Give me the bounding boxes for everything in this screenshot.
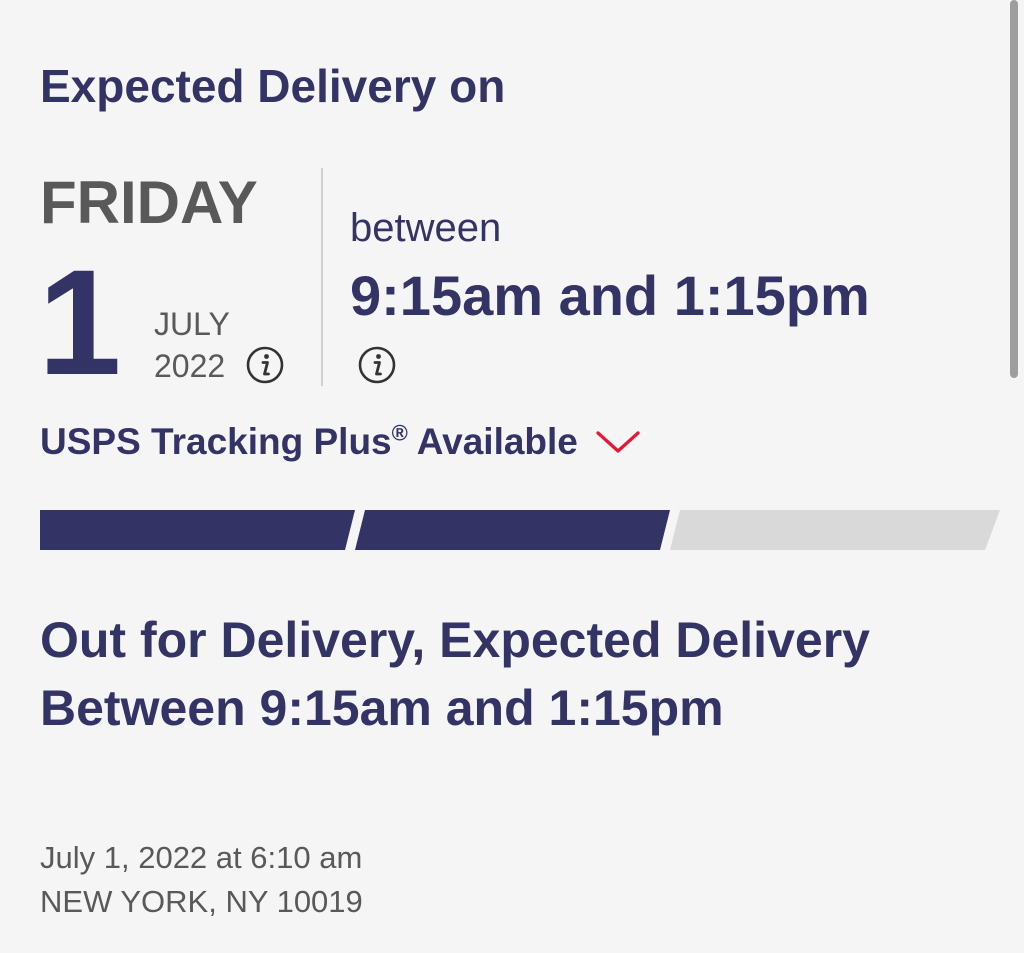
tracking-plus-label: USPS Tracking Plus® Available: [40, 420, 578, 462]
tracking-plus-toggle[interactable]: USPS Tracking Plus® Available: [40, 418, 642, 466]
expected-delivery-heading: Expected Delivery on: [40, 60, 506, 112]
progress-segment-3: [670, 510, 1000, 550]
delivery-year: 2022: [154, 348, 226, 384]
status-headline: Out for Delivery, Expected Delivery Betw…: [40, 612, 870, 736]
between-label: between: [350, 206, 502, 250]
delivery-progress-bar: [40, 510, 1000, 550]
delivery-time-window: 9:15am and 1:15pm: [350, 264, 870, 327]
date-info-icon[interactable]: [246, 346, 284, 384]
scrollbar[interactable]: [1010, 0, 1018, 378]
progress-segment-2: [355, 510, 670, 550]
status-location: NEW YORK, NY 10019: [40, 884, 363, 919]
chevron-down-icon[interactable]: [594, 427, 642, 457]
delivery-day-name: FRIDAY: [40, 169, 258, 236]
date-time-divider: [321, 168, 323, 386]
delivery-month: JULY: [154, 306, 230, 342]
status-date: July 1, 2022 at 6:10 am: [40, 840, 363, 875]
delivery-day-number: 1: [38, 238, 122, 406]
progress-segment-1: [40, 510, 355, 550]
time-info-icon[interactable]: [358, 346, 396, 384]
